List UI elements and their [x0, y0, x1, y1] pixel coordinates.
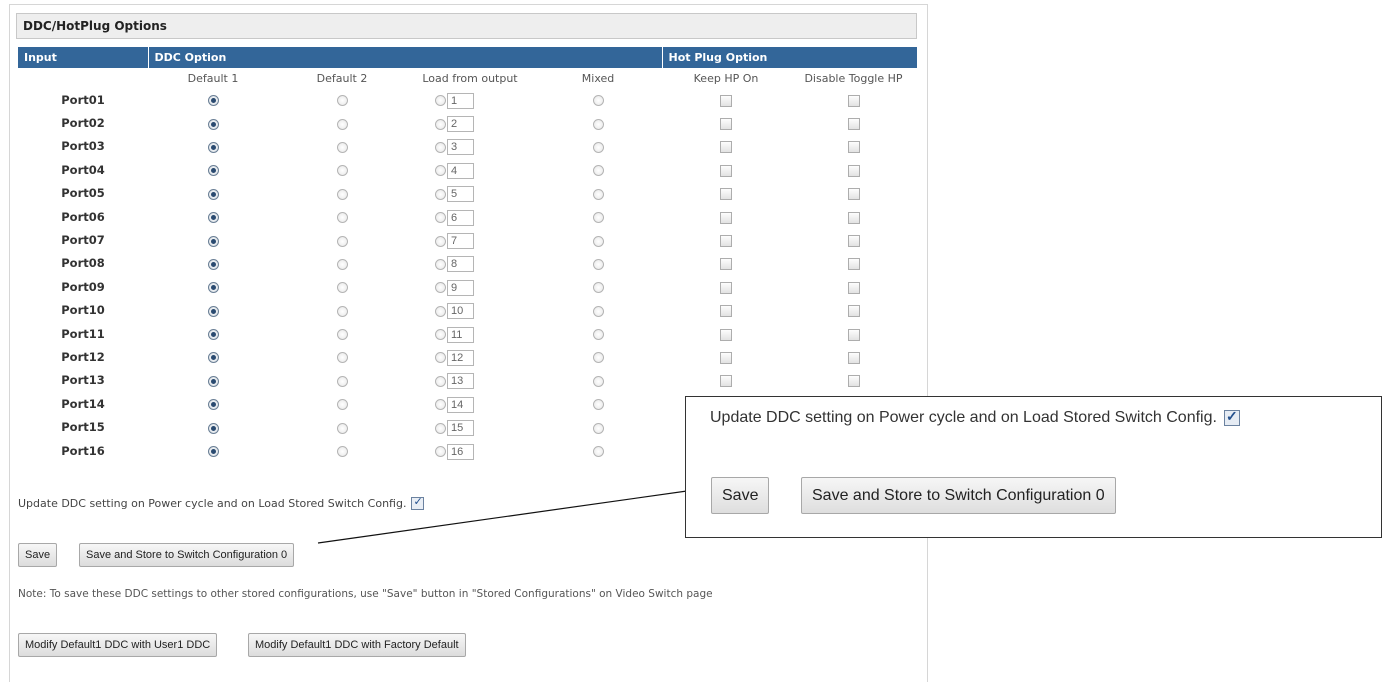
- zoom-update-setting: Update DDC setting on Power cycle and on…: [710, 408, 1240, 427]
- zoom-save-button[interactable]: Save: [711, 477, 770, 514]
- zoom-update-checkbox[interactable]: [1223, 408, 1240, 426]
- callout-leader-line: [317, 489, 695, 544]
- zoom-callout: Update DDC setting on Power cycle and on…: [685, 396, 1382, 538]
- zoom-save-store-button[interactable]: Save and Store to Switch Configuration 0: [801, 477, 1116, 514]
- zoom-update-label: Update DDC setting on Power cycle and on…: [710, 409, 1217, 426]
